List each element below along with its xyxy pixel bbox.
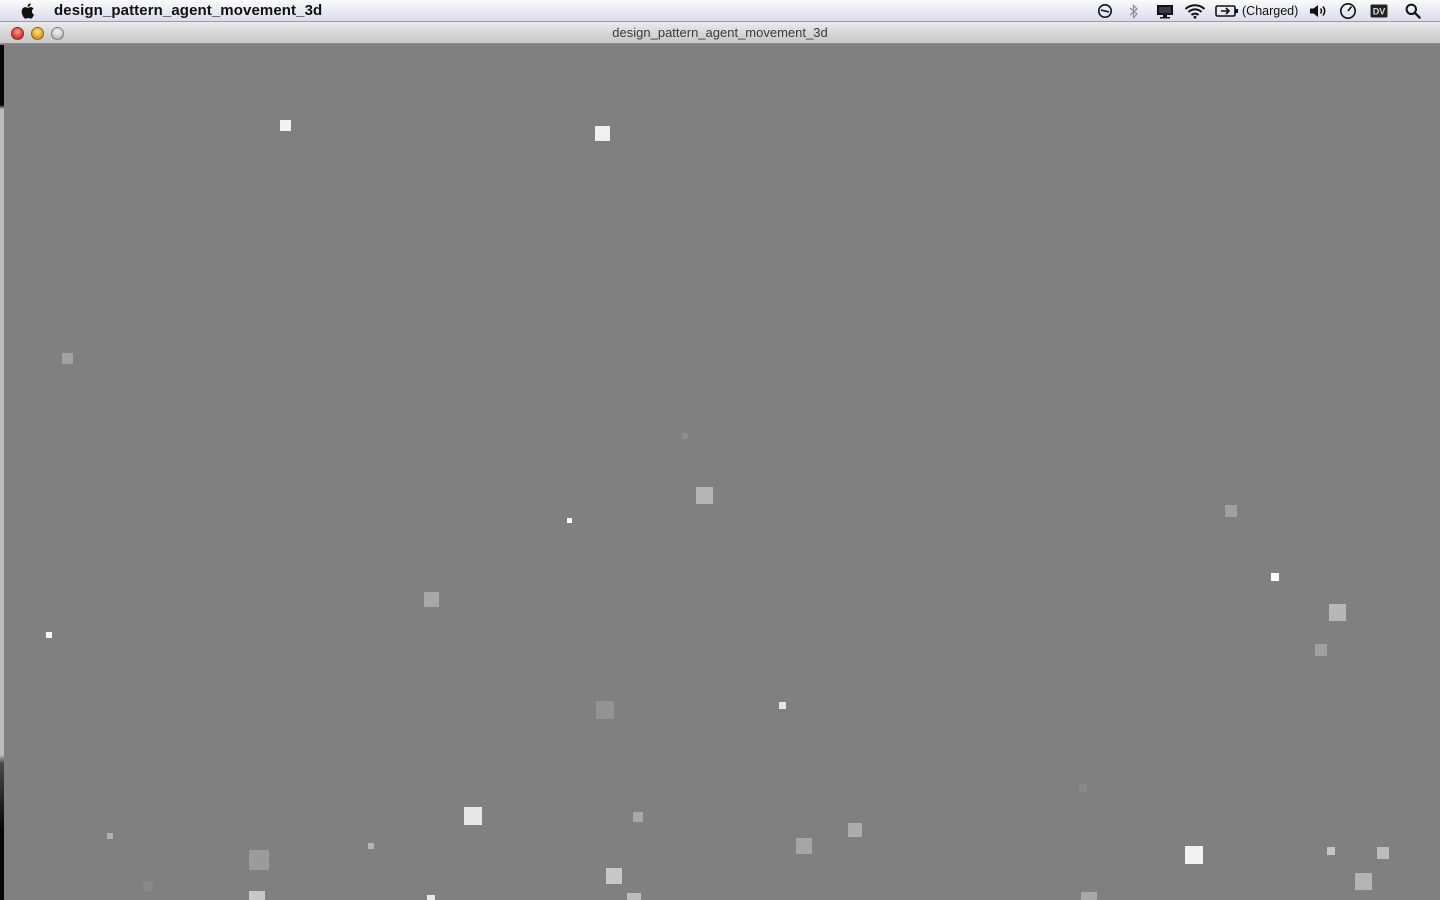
agent-square [464,807,482,825]
window-titlebar[interactable]: design_pattern_agent_movement_3d [0,22,1440,44]
sync-icon[interactable] [1096,2,1114,20]
agent-square [46,632,52,638]
app-menu-title[interactable]: design_pattern_agent_movement_3d [54,2,322,20]
agent-square [566,517,572,523]
agent-square [61,352,73,364]
agent-square [107,833,113,839]
menu-bar: design_pattern_agent_movement_3d (Charge… [0,0,1440,22]
agent-square [1328,603,1346,621]
agent-square [1315,644,1327,656]
sketch-canvas[interactable] [4,45,1440,900]
agent-square [596,701,614,719]
spotlight-icon[interactable] [1402,2,1424,20]
agent-square [279,119,291,131]
app-window: design_pattern_agent_movement_3d [0,22,1440,900]
bluetooth-icon[interactable] [1127,2,1141,20]
agent-square [427,895,435,900]
agent-square [1354,872,1372,890]
agent-square [1081,892,1097,900]
agent-square [778,701,786,709]
apple-menu-icon[interactable] [18,2,36,20]
agent-square [848,823,862,837]
agent-square [143,881,153,891]
input-source-icon[interactable]: DV [1368,2,1390,20]
agent-square [594,125,610,141]
apple-logo-icon [21,3,34,19]
agent-square [423,591,439,607]
agent-square [1185,846,1203,864]
battery-icon[interactable] [1214,2,1240,20]
agent-square [682,433,688,439]
agent-square [633,812,643,822]
agent-square [1079,784,1087,792]
display-icon[interactable] [1154,2,1176,20]
agent-square [368,843,374,849]
agent-square [796,838,812,854]
time-machine-icon[interactable] [1338,2,1358,20]
agent-square [1225,505,1237,517]
input-source-label: DV [1373,7,1386,17]
agent-square [1377,847,1389,859]
agent-square [249,891,265,900]
agent-square [627,893,641,900]
agent-square [1271,573,1279,581]
volume-icon[interactable] [1307,2,1329,20]
agent-square [1327,847,1335,855]
agent-square [695,486,713,504]
window-title: design_pattern_agent_movement_3d [612,25,828,40]
agent-square [606,868,622,884]
battery-status-text[interactable]: (Charged) [1242,2,1298,20]
agent-square [249,850,269,870]
wifi-icon[interactable] [1183,2,1207,20]
